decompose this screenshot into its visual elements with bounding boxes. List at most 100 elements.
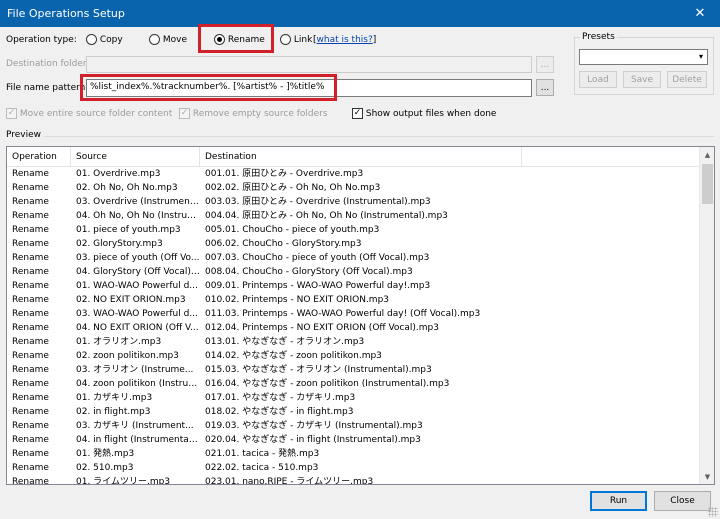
table-row[interactable]: Rename 02. zoon politikon.mp3 014.02. やなぎな… — [7, 349, 700, 363]
destination-folder-input[interactable] — [86, 56, 532, 73]
cell-source: 02. NO EXIT ORION.mp3 — [76, 295, 186, 305]
cell-destination: 013.01. やなぎなぎ - オラリオン.mp3 — [205, 337, 365, 347]
destination-browse-button[interactable]: ... — [536, 56, 554, 73]
radio-move[interactable]: Move — [149, 34, 187, 45]
run-button[interactable]: Run — [590, 491, 647, 511]
vertical-scrollbar[interactable]: ▲ ▼ — [699, 147, 714, 484]
cell-operation: Rename — [12, 393, 49, 403]
cell-source: 01. ライムツリー.mp3 — [76, 477, 171, 485]
cell-destination: 006.02. ChouCho - GloryStory.mp3 — [205, 239, 362, 249]
cell-source: 01. カザキリ.mp3 — [76, 393, 153, 403]
cell-destination: 008.04. ChouCho - GloryStory (Off Vocal)… — [205, 267, 413, 277]
radio-copy[interactable]: Copy — [86, 34, 123, 45]
table-row[interactable]: Rename 03. オラリオン (Instrume... 015.03. やなぎな… — [7, 363, 700, 377]
cell-operation: Rename — [12, 281, 49, 291]
preset-load-button[interactable]: Load — [579, 71, 617, 88]
column-header-source[interactable]: Source — [71, 147, 200, 167]
radio-move-icon — [149, 34, 160, 45]
what-is-this-text: what is this? — [316, 35, 373, 45]
cell-destination: 018.02. やなぎなぎ - in flight.mp3 — [205, 407, 354, 417]
radio-link[interactable]: Link — [280, 34, 312, 45]
cell-source: 02. 510.mp3 — [76, 463, 134, 473]
radio-link-label: Link — [293, 35, 313, 45]
pattern-highlight-box — [80, 74, 337, 101]
cell-destination: 011.03. Printemps - WAO-WAO Powerful day… — [205, 309, 481, 319]
table-row[interactable]: Rename 03. Overdrive (Instrument... 003.03… — [7, 195, 700, 209]
cell-destination: 017.01. やなぎなぎ - カザキリ.mp3 — [205, 393, 356, 403]
cell-source: 01. WAO-WAO Powerful d... — [76, 281, 198, 291]
cell-source: 02. zoon politikon.mp3 — [76, 351, 179, 361]
resize-grip-icon[interactable] — [708, 507, 718, 517]
column-header-destination[interactable]: Destination — [200, 147, 522, 167]
table-row[interactable]: Rename 01. piece of youth.mp3 005.01. Chou… — [7, 223, 700, 237]
table-row[interactable]: Rename 02. Oh No, Oh No.mp3 002.02. 原田ひとみ … — [7, 181, 700, 195]
cell-operation: Rename — [12, 239, 49, 249]
show-output-label: Show output files when done — [365, 109, 497, 119]
scroll-down-icon[interactable]: ▼ — [700, 469, 714, 484]
cell-operation: Rename — [12, 169, 49, 179]
table-row[interactable]: Rename 02. GloryStory.mp3 006.02. ChouCho … — [7, 237, 700, 251]
cell-operation: Rename — [12, 253, 49, 263]
table-row[interactable]: Rename 01. 発熱.mp3 021.01. tacica - 発熱.mp3 — [7, 447, 700, 461]
cell-source: 04. in flight (Instrumental).... — [76, 435, 200, 445]
table-row[interactable]: Rename 02. in flight.mp3 018.02. やなぎなぎ - i… — [7, 405, 700, 419]
pattern-browse-button[interactable]: ... — [536, 79, 554, 96]
cell-source: 03. Overdrive (Instrument... — [76, 197, 200, 207]
table-row[interactable]: Rename 01. Overdrive.mp3 001.01. 原田ひとみ - O… — [7, 167, 700, 181]
cell-destination: 023.01. nano.RIPE - ライムツリー.mp3 — [205, 477, 374, 485]
close-button[interactable]: Close — [654, 491, 711, 511]
preview-label: Preview — [6, 130, 42, 140]
cell-source: 03. カザキリ (Instrument... — [76, 421, 194, 431]
cell-source: 02. in flight.mp3 — [76, 407, 151, 417]
table-row[interactable]: Rename 01. カザキリ.mp3 017.01. やなぎなぎ - カザキリ.m… — [7, 391, 700, 405]
table-row[interactable]: Rename 04. in flight (Instrumental).... 02… — [7, 433, 700, 447]
file-operations-window: File Operations Setup ✕ Operation type: … — [0, 0, 720, 519]
preset-save-button[interactable]: Save — [623, 71, 661, 88]
remove-empty-folders-option[interactable]: ✓ Remove empty source folders — [179, 108, 328, 119]
cell-operation: Rename — [12, 379, 49, 389]
column-header-operation[interactable]: Operation — [7, 147, 71, 167]
cell-destination: 009.01. Printemps - WAO-WAO Powerful day… — [205, 281, 431, 291]
radio-move-label: Move — [162, 35, 188, 45]
table-row[interactable]: Rename 02. NO EXIT ORION.mp3 010.02. Print… — [7, 293, 700, 307]
what-is-this-link[interactable]: [what is this?] — [313, 35, 376, 45]
preview-rows: Rename 01. Overdrive.mp3 001.01. 原田ひとみ - O… — [7, 167, 700, 485]
table-row[interactable]: Rename 01. WAO-WAO Powerful d... 009.01. P… — [7, 279, 700, 293]
cell-destination: 003.03. 原田ひとみ - Overdrive (Instrumental)… — [205, 197, 431, 207]
preview-divider — [44, 136, 714, 137]
cell-operation: Rename — [12, 477, 49, 485]
cell-operation: Rename — [12, 435, 49, 445]
scroll-thumb[interactable] — [702, 164, 713, 204]
cell-destination: 001.01. 原田ひとみ - Overdrive.mp3 — [205, 169, 364, 179]
table-row[interactable]: Rename 03. piece of youth (Off Vo... 007.0… — [7, 251, 700, 265]
table-row[interactable]: Rename 02. 510.mp3 022.02. tacica - 510.mp… — [7, 461, 700, 475]
table-row[interactable]: Rename 03. カザキリ (Instrument... 019.03. やなぎ… — [7, 419, 700, 433]
move-entire-folder-option[interactable]: ✓ Move entire source folder content — [6, 108, 172, 119]
rename-highlight-box — [198, 24, 274, 53]
table-row[interactable]: Rename 04. GloryStory (Off Vocal).... 008.… — [7, 265, 700, 279]
destination-folder-label: Destination folder: — [6, 59, 90, 69]
cell-source: 01. 発熱.mp3 — [76, 449, 135, 459]
cell-operation: Rename — [12, 267, 49, 277]
scroll-up-icon[interactable]: ▲ — [700, 147, 714, 162]
cell-destination: 016.04. やなぎなぎ - zoon politikon (Instrume… — [205, 379, 450, 389]
cell-source: 04. NO EXIT ORION (Off V... — [76, 323, 199, 333]
presets-dropdown[interactable]: ▾ — [579, 49, 708, 65]
preview-list[interactable]: Operation Source Destination Rename 01. O… — [6, 146, 715, 485]
table-row[interactable]: Rename 04. NO EXIT ORION (Off V... 012.04.… — [7, 321, 700, 335]
radio-copy-icon — [86, 34, 97, 45]
table-row[interactable]: Rename 04. zoon politikon (Instrum... 016.… — [7, 377, 700, 391]
table-row[interactable]: Rename 01. ライムツリー.mp3 023.01. nano.RIPE - … — [7, 475, 700, 485]
table-row[interactable]: Rename 01. オラリオン.mp3 013.01. やなぎなぎ - オラリオン… — [7, 335, 700, 349]
table-row[interactable]: Rename 03. WAO-WAO Powerful d... 011.03. P… — [7, 307, 700, 321]
title-bar[interactable]: File Operations Setup ✕ — [0, 0, 720, 27]
close-icon[interactable]: ✕ — [680, 0, 720, 27]
show-output-option[interactable]: ✓ Show output files when done — [352, 108, 496, 119]
table-row[interactable]: Rename 04. Oh No, Oh No (Instrum... 004.04… — [7, 209, 700, 223]
cell-destination: 012.04. Printemps - NO EXIT ORION (Off V… — [205, 323, 439, 333]
file-name-pattern-label: File name pattern: — [6, 83, 89, 93]
cell-source: 04. zoon politikon (Instrum... — [76, 379, 200, 389]
cell-operation: Rename — [12, 225, 49, 235]
preset-delete-button[interactable]: Delete — [667, 71, 707, 88]
move-entire-label: Move entire source folder content — [19, 109, 173, 119]
